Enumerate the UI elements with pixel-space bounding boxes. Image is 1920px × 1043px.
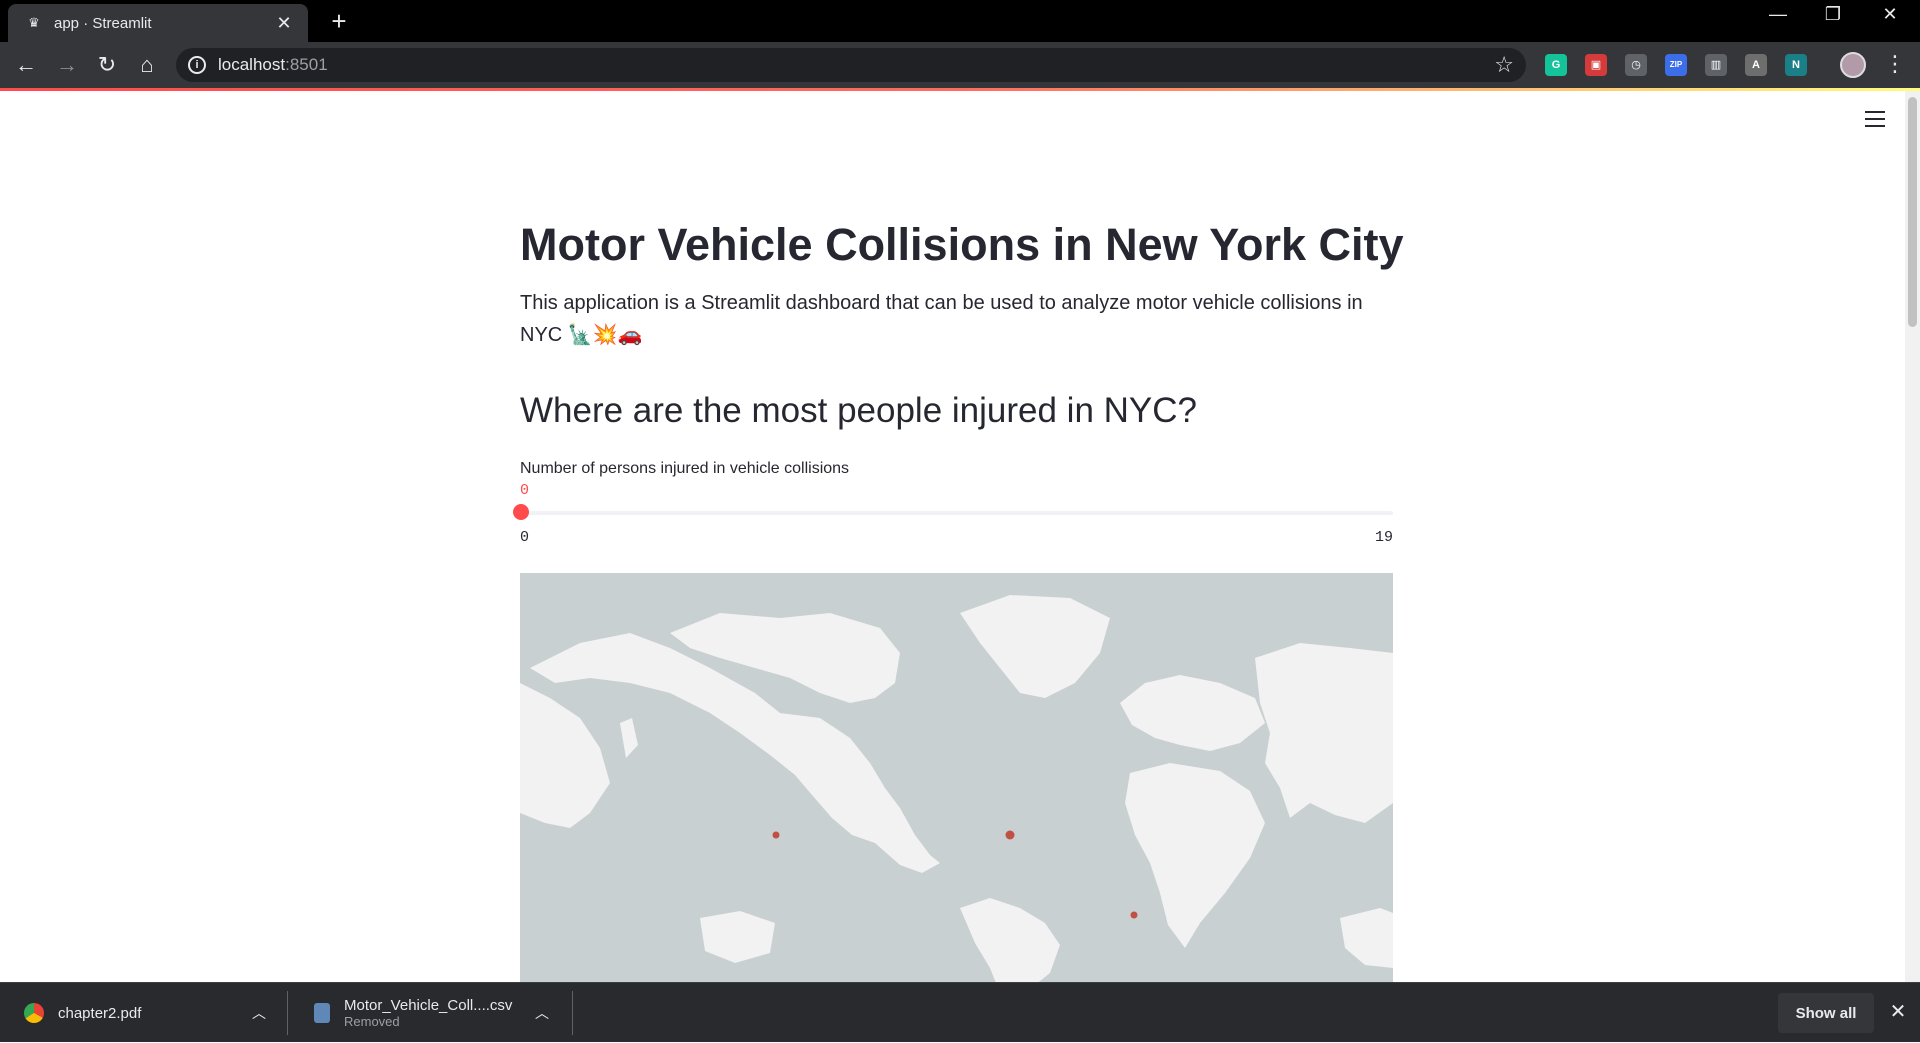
profile-avatar[interactable]: [1840, 52, 1866, 78]
tab-close-icon[interactable]: ✕: [274, 13, 294, 34]
page-scrollbar[interactable]: [1905, 91, 1920, 982]
scrollbar-thumb[interactable]: [1908, 97, 1917, 327]
csv-file-icon: [314, 1003, 330, 1023]
slider-max-label: 19: [1374, 529, 1393, 546]
tab-title: app · Streamlit: [54, 14, 152, 32]
chrome-file-icon: [24, 1003, 44, 1023]
chevron-up-icon[interactable]: ︿: [252, 1003, 266, 1023]
download-shelf: chapter2.pdf ︿ Motor_Vehicle_Coll....csv…: [0, 982, 1920, 1042]
restore-icon[interactable]: ❐: [1813, 4, 1853, 25]
download-filename: Motor_Vehicle_Coll....csv: [344, 997, 513, 1014]
collision-map[interactable]: [520, 573, 1393, 982]
section-header: Where are the most people injured in NYC…: [520, 391, 1198, 430]
chevron-up-icon[interactable]: ︿: [535, 1003, 549, 1023]
download-text: Motor_Vehicle_Coll....csv Removed: [344, 997, 512, 1029]
download-status: Removed: [344, 1014, 400, 1029]
reader-extension-icon[interactable]: ▥: [1705, 54, 1727, 76]
window-close-icon[interactable]: ✕: [1870, 4, 1910, 25]
new-tab-button[interactable]: +: [324, 6, 354, 37]
intro-paragraph: This application is a Streamlit dashboar…: [520, 292, 1363, 346]
pdf-extension-icon[interactable]: ▣: [1585, 54, 1607, 76]
main-menu-icon[interactable]: [1865, 111, 1885, 132]
close-shelf-icon[interactable]: ✕: [1886, 999, 1910, 1024]
collision-points-layer: [772, 830, 1138, 919]
translate-extension-icon[interactable]: A: [1745, 54, 1767, 76]
tab-strip: ♛ app · Streamlit ✕ + — ❐ ✕: [0, 0, 1920, 42]
zip-extension-icon[interactable]: ZIP: [1665, 54, 1687, 76]
download-item-chapter2[interactable]: chapter2.pdf ︿: [0, 983, 285, 1043]
collision-point: [772, 831, 780, 839]
speed-extension-icon[interactable]: ◷: [1625, 54, 1647, 76]
map-canvas: [520, 595, 1393, 982]
browser-menu-icon[interactable]: ⋮: [1884, 51, 1906, 77]
download-filename: chapter2.pdf: [58, 1004, 142, 1022]
slider-label: Number of persons injured in vehicle col…: [520, 460, 850, 477]
streamlit-app: Motor Vehicle Collisions in New York Cit…: [0, 91, 1905, 982]
injured-slider-thumb[interactable]: [513, 504, 529, 520]
grammarly-extension-icon[interactable]: G: [1545, 54, 1567, 76]
reload-icon[interactable]: ↻: [93, 51, 121, 79]
show-all-button[interactable]: Show all: [1778, 993, 1874, 1033]
minimize-icon[interactable]: —: [1758, 4, 1798, 25]
forward-icon[interactable]: →: [53, 51, 81, 79]
slider-current-value: 0: [520, 482, 530, 499]
slider-min-label: 0: [520, 529, 530, 546]
bookmark-star-icon[interactable]: ☆: [1494, 52, 1514, 78]
url-text[interactable]: localhost:8501: [218, 55, 328, 75]
back-icon[interactable]: ←: [12, 51, 40, 79]
site-info-icon[interactable]: i: [188, 56, 206, 74]
intro-emojis: 🗽💥🚗: [567, 324, 643, 346]
home-icon[interactable]: ⌂: [133, 51, 161, 79]
notion-extension-icon[interactable]: N: [1785, 54, 1807, 76]
download-item-csv[interactable]: Motor_Vehicle_Coll....csv Removed ︿: [290, 983, 570, 1043]
collision-point: [1130, 911, 1138, 919]
download-divider: [287, 991, 288, 1035]
browser-tab[interactable]: ♛ app · Streamlit ✕: [8, 4, 308, 42]
browser-toolbar: ← → ↻ ⌂ i localhost:8501 ☆ G ▣ ◷ ZIP ▥ A N ⋮: [0, 42, 1920, 88]
collision-point: [1005, 830, 1015, 840]
address-bar[interactable]: i localhost:8501 ☆: [176, 48, 1526, 82]
injured-slider-track[interactable]: [520, 511, 1393, 515]
download-divider: [572, 991, 573, 1035]
streamlit-favicon-icon: ♛: [28, 15, 40, 30]
page-title: Motor Vehicle Collisions in New York Cit…: [520, 219, 1404, 270]
map-land: [520, 595, 1393, 982]
